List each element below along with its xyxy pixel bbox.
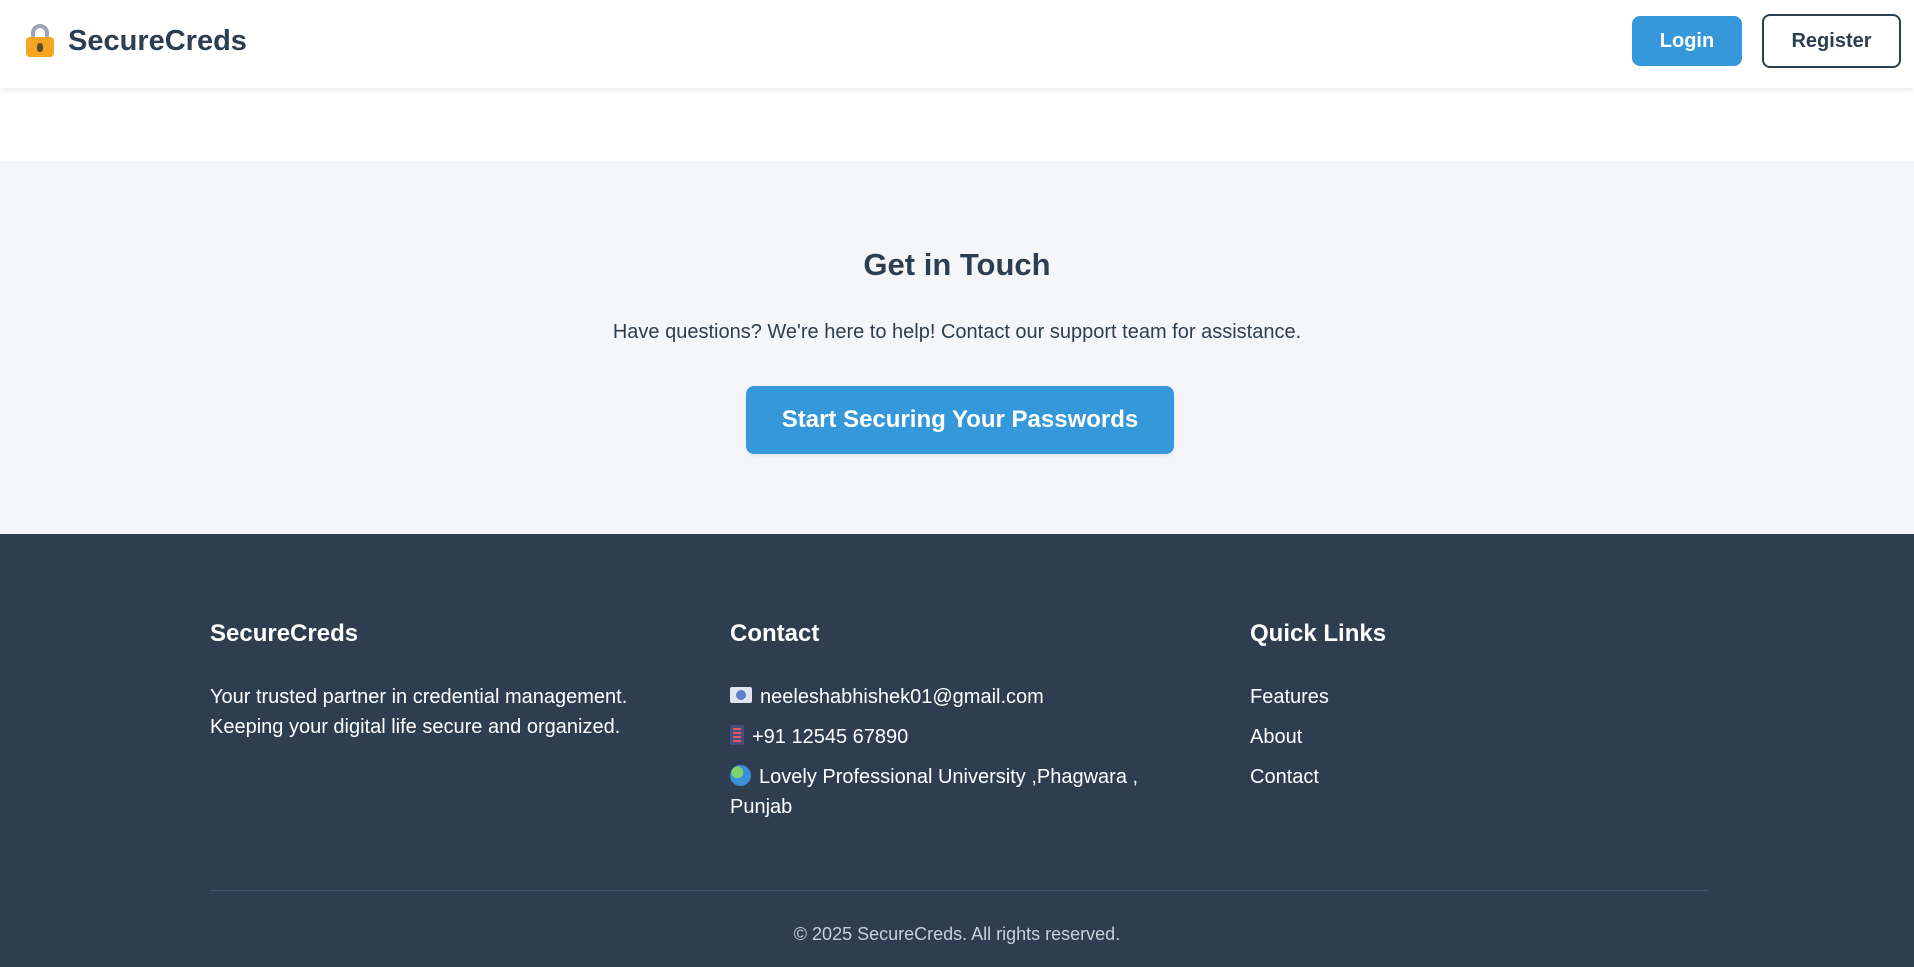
phone-icon [730, 725, 744, 746]
contact-phone[interactable]: +91 12545 67890 [730, 722, 1150, 752]
email-icon [730, 687, 752, 704]
site-footer: SecureCreds Your trusted partner in cred… [0, 534, 1914, 967]
contact-list: neeleshabhishek01@gmail.com +91 12545 67… [730, 682, 1150, 822]
contact-address: Lovely Professional University ,Phagwara… [730, 762, 1150, 822]
lock-icon [24, 24, 56, 58]
globe-icon [730, 764, 751, 786]
footer-links-heading: Quick Links [1250, 620, 1387, 647]
login-button[interactable]: Login [1632, 16, 1742, 66]
footer-about-text-line2: Keeping your digital life secure and org… [210, 715, 621, 738]
brand-logo[interactable]: SecureCreds [24, 24, 247, 58]
footer-link-about[interactable]: About [1250, 726, 1302, 748]
footer-contact-column: Contact neeleshabhishek01@gmail.com +91 … [730, 620, 1150, 832]
quick-links-list: Features About Contact [1250, 682, 1650, 792]
footer-divider [210, 890, 1708, 891]
section-title: Get in Touch [863, 247, 1051, 282]
register-button[interactable]: Register [1762, 14, 1901, 68]
contact-phone-text: +91 12545 67890 [752, 725, 909, 748]
section-description: Have questions? We're here to help! Cont… [612, 321, 1302, 343]
footer-link-features[interactable]: Features [1250, 686, 1329, 708]
brand-name: SecureCreds [68, 24, 247, 57]
start-securing-button[interactable]: Start Securing Your Passwords [746, 386, 1174, 454]
footer-contact-heading: Contact [730, 620, 820, 647]
contact-email[interactable]: neeleshabhishek01@gmail.com [730, 682, 1150, 712]
footer-links-column: Quick Links Features About Contact [1250, 620, 1650, 802]
contact-email-text: neeleshabhishek01@gmail.com [760, 685, 1044, 708]
footer-about-heading: SecureCreds [210, 620, 359, 647]
site-header: SecureCreds Login Register [0, 0, 1914, 88]
footer-about-column: SecureCreds Your trusted partner in cred… [210, 620, 670, 742]
footer-about-text-line1: Your trusted partner in credential manag… [210, 685, 628, 708]
contact-address-text: Lovely Professional University ,Phagwara… [730, 765, 1139, 818]
footer-link-contact[interactable]: Contact [1250, 766, 1319, 788]
get-in-touch-section: Get in Touch Have questions? We're here … [0, 161, 1914, 534]
copyright-text: © 2025 SecureCreds. All rights reserved. [793, 924, 1121, 944]
